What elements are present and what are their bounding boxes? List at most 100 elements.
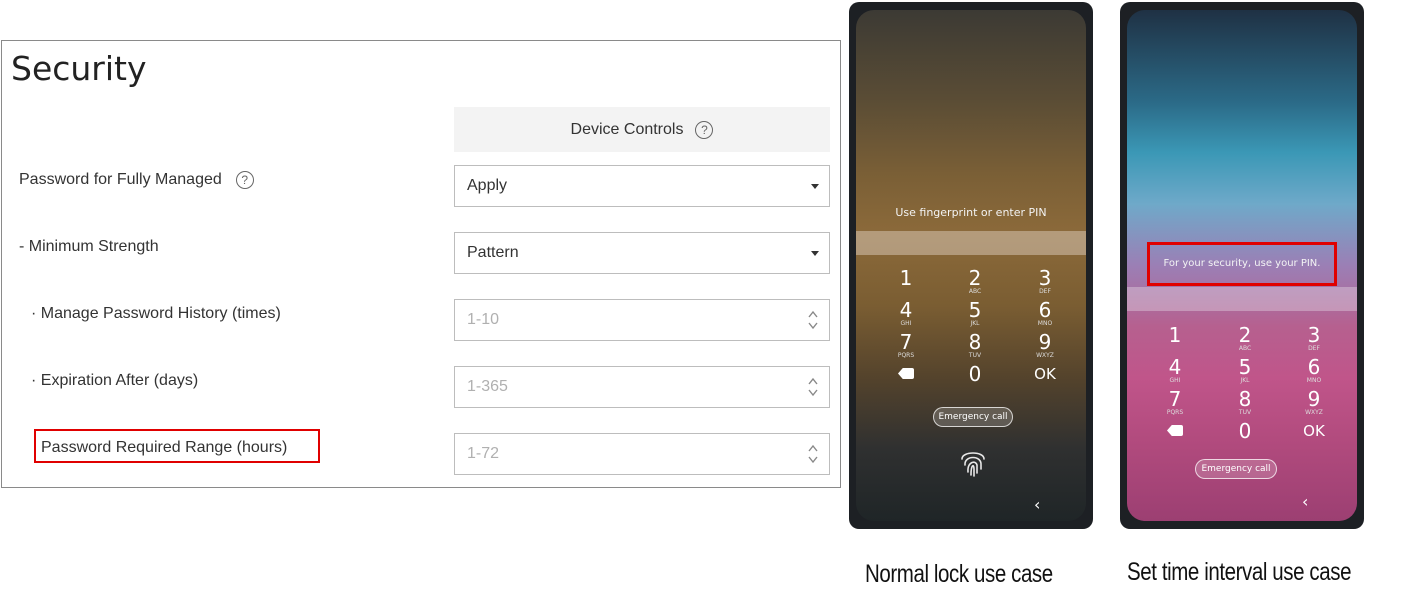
input-placeholder: 1-365 xyxy=(467,378,508,395)
lock-prompt: Use fingerprint or enter PIN xyxy=(895,206,1047,219)
pin-input-bar[interactable] xyxy=(856,231,1086,255)
key-digit: 6 xyxy=(1038,298,1052,322)
device-controls-header: Device Controls ? xyxy=(454,107,830,152)
keypad-key-7[interactable]: 7 PQRS xyxy=(891,332,921,359)
keypad-key-6[interactable]: 6 MNO xyxy=(1030,300,1060,327)
keypad-key-0[interactable]: 0 xyxy=(1230,421,1260,441)
key-digit: OK xyxy=(1034,365,1056,383)
keypad-key-0[interactable]: 0 xyxy=(960,364,990,384)
key-digit: 0 xyxy=(1238,419,1252,443)
password-history-label: · Manage Password History (times) xyxy=(31,305,281,323)
key-letters: WXYZ xyxy=(1036,352,1054,359)
security-panel: Security Device Controls ? Password for … xyxy=(1,40,841,488)
keypad-key-6[interactable]: 6 MNO xyxy=(1299,357,1329,384)
key-letters: JKL xyxy=(970,320,980,327)
key-digit: 9 xyxy=(1307,387,1321,411)
key-digit: 5 xyxy=(968,298,982,322)
key-letters: ABC xyxy=(968,288,982,295)
emergency-call-button[interactable]: Emergency call xyxy=(1195,459,1277,479)
key-digit: 8 xyxy=(968,330,982,354)
key-digit: 0 xyxy=(968,362,982,386)
help-icon[interactable]: ? xyxy=(695,120,714,139)
back-icon[interactable]: ‹ xyxy=(1034,495,1040,514)
key-digit: 3 xyxy=(1038,266,1052,290)
emergency-call-button[interactable]: Emergency call xyxy=(933,407,1013,427)
keypad-key-1[interactable]: 1 xyxy=(1160,325,1190,345)
keypad-key-5[interactable]: 5 JKL xyxy=(960,300,990,327)
backspace-key[interactable] xyxy=(1160,421,1190,441)
row-label-text: Password for Fully Managed xyxy=(19,171,222,188)
key-letters: GHI xyxy=(1169,377,1181,384)
stepper-icon[interactable] xyxy=(807,309,819,331)
ok-key[interactable]: OK xyxy=(1299,421,1329,441)
highlight-box xyxy=(34,429,320,463)
key-digit: 2 xyxy=(1238,323,1252,347)
password-fully-managed-label: Password for Fully Managed ? xyxy=(19,171,254,189)
keypad-key-8[interactable]: 8 TUV xyxy=(960,332,990,359)
keypad-key-7[interactable]: 7 PQRS xyxy=(1160,389,1190,416)
pin-input-bar[interactable] xyxy=(1127,287,1357,311)
select-value: Apply xyxy=(467,177,508,194)
key-digit: 1 xyxy=(899,266,913,290)
keypad-key-5[interactable]: 5 JKL xyxy=(1230,357,1260,384)
select-value: Pattern xyxy=(467,244,519,261)
keypad-key-3[interactable]: 3 DEF xyxy=(1030,268,1060,295)
key-digit: 5 xyxy=(1238,355,1252,379)
password-history-input[interactable]: 1-10 xyxy=(454,299,830,341)
back-icon[interactable]: ‹ xyxy=(1302,492,1308,511)
key-letters: TUV xyxy=(968,352,982,359)
key-letters: DEF xyxy=(1039,288,1051,295)
password-required-range-input[interactable]: 1-72 xyxy=(454,433,830,475)
lock-screen: Use fingerprint or enter PIN 1 2 ABC 3 DEF 4 G… xyxy=(856,10,1086,521)
page-title: Security xyxy=(11,49,147,88)
expiration-label: · Expiration After (days) xyxy=(31,372,198,390)
keypad-key-2[interactable]: 2 ABC xyxy=(960,268,990,295)
row-label-text: - Minimum Strength xyxy=(19,238,159,255)
backspace-key[interactable] xyxy=(891,364,921,384)
keypad-key-1[interactable]: 1 xyxy=(891,268,921,288)
key-digit: 4 xyxy=(1168,355,1182,379)
stepper-icon[interactable] xyxy=(807,376,819,398)
dropdown-arrow-icon xyxy=(811,184,819,189)
ok-key[interactable]: OK xyxy=(1030,364,1060,384)
help-icon[interactable]: ? xyxy=(235,171,254,189)
keypad-key-4[interactable]: 4 GHI xyxy=(1160,357,1190,384)
column-header-label: Device Controls xyxy=(570,120,684,138)
caption-interval: Set time interval use case xyxy=(1127,558,1352,586)
minimum-strength-select[interactable]: Pattern xyxy=(454,232,830,274)
key-digit: 7 xyxy=(899,330,913,354)
key-digit: 7 xyxy=(1168,387,1182,411)
key-letters: MNO xyxy=(1306,377,1322,384)
key-letters: MNO xyxy=(1037,320,1053,327)
key-letters: PQRS xyxy=(1166,409,1184,416)
stepper-icon[interactable] xyxy=(807,443,819,465)
fingerprint-icon[interactable] xyxy=(958,445,988,479)
highlight-box xyxy=(1147,242,1337,286)
minimum-strength-label: - Minimum Strength xyxy=(19,238,159,256)
row-label-text: · Expiration After (days) xyxy=(31,372,199,389)
keypad-key-9[interactable]: 9 WXYZ xyxy=(1030,332,1060,359)
dropdown-arrow-icon xyxy=(811,251,819,256)
caption-normal: Normal lock use case xyxy=(865,560,1053,588)
key-digit: 3 xyxy=(1307,323,1321,347)
key-letters: ABC xyxy=(1238,345,1252,352)
password-fully-managed-select[interactable]: Apply xyxy=(454,165,830,207)
key-letters: WXYZ xyxy=(1305,409,1323,416)
backspace-icon xyxy=(898,368,914,379)
key-letters: JKL xyxy=(1240,377,1250,384)
keypad-key-4[interactable]: 4 GHI xyxy=(891,300,921,327)
keypad-key-2[interactable]: 2 ABC xyxy=(1230,325,1260,352)
key-digit: 6 xyxy=(1307,355,1321,379)
expiration-input[interactable]: 1-365 xyxy=(454,366,830,408)
row-label-text: · Manage Password History (times) xyxy=(31,305,281,322)
keypad-key-3[interactable]: 3 DEF xyxy=(1299,325,1329,352)
input-placeholder: 1-10 xyxy=(467,311,500,328)
keypad-key-8[interactable]: 8 TUV xyxy=(1230,389,1260,416)
key-letters: GHI xyxy=(900,320,912,327)
key-digit: OK xyxy=(1303,422,1325,440)
key-digit: 1 xyxy=(1168,323,1182,347)
input-placeholder: 1-72 xyxy=(467,445,500,462)
keypad-key-9[interactable]: 9 WXYZ xyxy=(1299,389,1329,416)
phone-normal-lock: Use fingerprint or enter PIN 1 2 ABC 3 DEF 4 G… xyxy=(849,2,1093,529)
key-digit: 4 xyxy=(899,298,913,322)
